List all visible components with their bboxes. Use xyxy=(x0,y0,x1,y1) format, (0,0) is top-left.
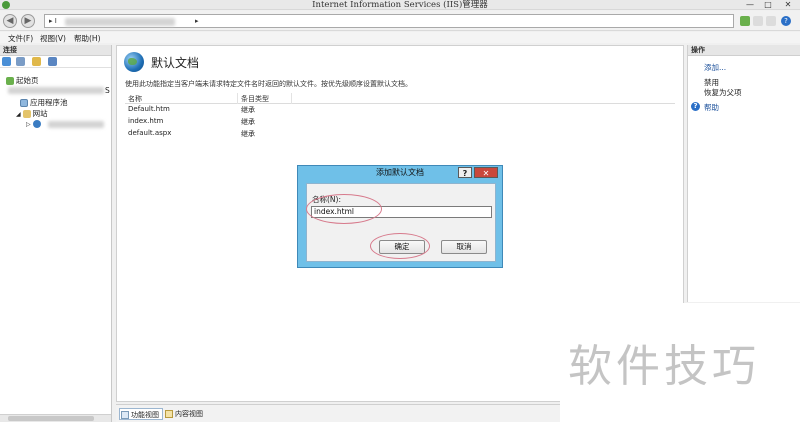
window-titlebar: Internet Information Services (IIS)管理器 —… xyxy=(0,0,800,10)
column-header-name[interactable]: 名称 xyxy=(128,94,142,104)
connections-horizontal-scrollbar[interactable] xyxy=(0,414,111,422)
tree-start-page[interactable]: 起始页 xyxy=(6,75,39,86)
app-pool-icon xyxy=(20,99,28,107)
address-bar-row: ◀ ▶ ▸ I ▸ ? xyxy=(0,11,800,31)
maximize-button[interactable]: □ xyxy=(760,0,776,10)
page-title: 默认文档 xyxy=(151,56,200,70)
close-window-button[interactable]: ✕ xyxy=(780,0,796,10)
sites-folder-icon xyxy=(22,110,31,118)
scrollbar-thumb[interactable] xyxy=(8,416,94,421)
cancel-button[interactable]: 取消 xyxy=(441,240,487,254)
actions-header: 操作 xyxy=(688,45,800,56)
features-view-icon xyxy=(121,411,129,419)
action-help-icon[interactable]: ? xyxy=(691,102,700,111)
actions-pane: 操作 添加... 禁用 恢复为父项 ? 帮助 xyxy=(687,45,800,302)
server-node-suffix: S xyxy=(105,86,110,95)
up-folder-icon[interactable] xyxy=(32,57,41,66)
content-view-icon xyxy=(165,410,173,418)
row-type: 继承 xyxy=(241,106,255,114)
window-title: Internet Information Services (IIS)管理器 xyxy=(312,0,488,10)
action-add-link[interactable]: 添加... xyxy=(704,62,726,73)
table-row[interactable]: index.htm 继承 xyxy=(125,116,675,128)
tab-content-view[interactable]: 内容视图 xyxy=(164,408,203,420)
blurred-server-node xyxy=(8,87,104,94)
save-icon[interactable] xyxy=(16,57,25,66)
menu-file[interactable]: 文件(F) xyxy=(8,33,33,44)
table-row[interactable]: Default.htm 继承 xyxy=(125,104,675,116)
minimize-button[interactable]: — xyxy=(742,0,758,10)
stop-icon[interactable] xyxy=(740,16,750,26)
row-name: default.aspx xyxy=(128,129,172,137)
table-row[interactable]: default.aspx 继承 xyxy=(125,128,675,140)
tree-site-node[interactable]: ▷ xyxy=(26,119,43,128)
blurred-server-name xyxy=(65,18,175,26)
menu-bar: 文件(F) 视图(V) 帮助(H) xyxy=(0,32,800,43)
column-divider[interactable] xyxy=(291,93,292,104)
row-type: 继承 xyxy=(241,118,255,126)
row-name: Default.htm xyxy=(128,105,170,113)
breadcrumb-chevron: ▸ xyxy=(195,17,199,25)
row-type: 继承 xyxy=(241,130,255,138)
default-documents-grid: 名称 条目类型 Default.htm 继承 index.htm 继承 defa… xyxy=(125,93,675,140)
dialog-close-button[interactable]: ✕ xyxy=(474,167,498,178)
dialog-body: 名称(N): index.html 确定 取消 xyxy=(306,183,496,262)
connections-refresh-icon[interactable] xyxy=(48,57,57,66)
name-field-label: 名称(N): xyxy=(312,195,341,204)
refresh-icon[interactable] xyxy=(753,16,763,26)
action-help-link[interactable]: 帮助 xyxy=(704,102,719,113)
column-divider[interactable] xyxy=(237,93,238,104)
row-name: index.htm xyxy=(128,117,164,125)
connections-toolbar xyxy=(0,56,111,68)
default-document-globe-icon xyxy=(124,52,144,72)
expand-chevron-icon[interactable]: ◢ xyxy=(16,111,21,118)
grid-header: 名称 条目类型 xyxy=(125,93,675,104)
back-arrow-icon[interactable]: ◀ xyxy=(3,14,17,28)
collapse-chevron-icon[interactable]: ▷ xyxy=(26,121,31,128)
menu-view[interactable]: 视图(V) xyxy=(40,33,66,44)
blurred-site-name xyxy=(48,121,104,128)
action-revert-link[interactable]: 恢复为父项 xyxy=(704,87,742,98)
ok-button[interactable]: 确定 xyxy=(379,240,425,254)
name-field[interactable]: index.html xyxy=(311,206,492,218)
column-header-type[interactable]: 条目类型 xyxy=(241,94,269,104)
connections-pane: 连接 起始页 S 应用程序池 ◢ 网站 ▷ xyxy=(0,45,112,422)
watermark-text: 软件技巧 xyxy=(568,341,760,392)
forward-arrow-icon[interactable]: ▶ xyxy=(21,14,35,28)
address-path-box[interactable]: ▸ I ▸ xyxy=(44,14,734,28)
dialog-help-button[interactable]: ? xyxy=(458,167,472,178)
tree-app-pools[interactable]: 应用程序池 xyxy=(20,97,68,108)
home-icon[interactable] xyxy=(766,16,776,26)
site-globe-icon xyxy=(32,120,41,128)
connections-header: 连接 xyxy=(0,45,111,56)
menu-help[interactable]: 帮助(H) xyxy=(74,33,101,44)
add-default-document-dialog: 添加默认文档 ? ✕ 名称(N): index.html 确定 取消 xyxy=(297,165,503,268)
start-page-icon xyxy=(6,77,14,85)
address-breadcrumb[interactable]: ▸ I xyxy=(49,17,57,25)
connect-icon[interactable] xyxy=(2,57,11,66)
tree-sites[interactable]: ◢ 网站 xyxy=(16,108,48,119)
tab-features-view[interactable]: 功能视图 xyxy=(119,408,163,420)
help-icon[interactable]: ? xyxy=(781,16,791,26)
feature-description: 使用此功能指定当客户端未请求特定文件名时返回的默认文件。按优先级顺序设置默认文档… xyxy=(125,80,412,88)
